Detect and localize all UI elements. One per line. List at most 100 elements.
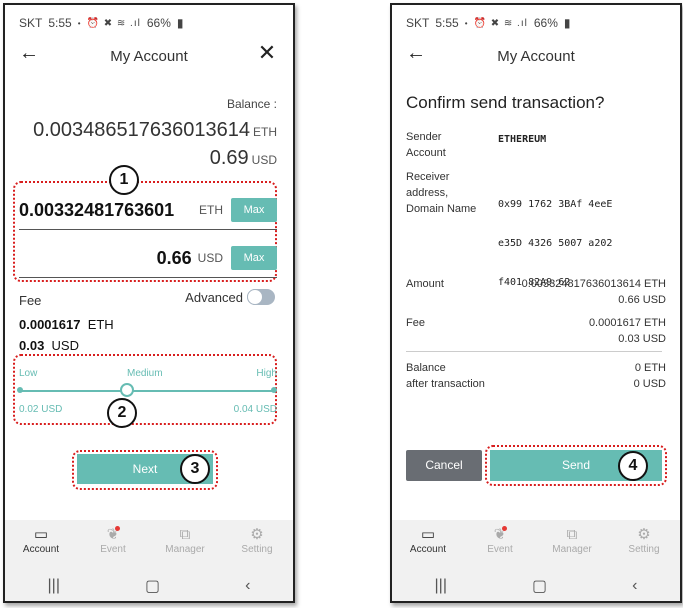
- battery-level: 66%: [146, 16, 171, 30]
- balance-eth-value: 0.003486517636013614: [33, 119, 250, 141]
- nav-label-event: Event: [487, 544, 513, 555]
- slider-high-label: High: [256, 368, 277, 379]
- time: 5:55: [48, 16, 72, 30]
- slider-low-dot: [17, 387, 23, 393]
- balance-usd: 0.69 USD: [210, 147, 277, 170]
- balance-after-label-line-2: after transaction: [406, 378, 485, 390]
- advanced-toggle[interactable]: [247, 289, 275, 305]
- slider-high-dot: [271, 387, 277, 393]
- wallet-icon: ▭: [33, 526, 49, 543]
- manager-icon: ⧉: [179, 526, 191, 543]
- amount-eth-input[interactable]: 0.00332481763601: [19, 200, 174, 221]
- receiver-label-line-2: address,: [406, 187, 449, 199]
- step-marker-3: 3: [180, 454, 210, 484]
- nav-item-event[interactable]: ❦ Event: [77, 520, 149, 566]
- confirm-heading: Confirm send transaction?: [406, 93, 605, 112]
- page-title: My Account: [497, 47, 575, 65]
- nav-item-event[interactable]: ❦ Event: [464, 520, 536, 566]
- balance-after-values: 0 ETH 0 USD: [634, 360, 666, 392]
- step-marker-1: 1: [109, 165, 139, 195]
- receiver-address-line-2: e35D 4326 5007 a202: [498, 238, 613, 249]
- system-back-icon[interactable]: ‹: [632, 577, 637, 595]
- balloon-icon: ❦: [493, 526, 507, 543]
- fee-slider-thumb[interactable]: [120, 383, 134, 397]
- balance-eth: 0.003486517636013614 ETH: [33, 119, 277, 142]
- bottom-nav: ▭ Account ❦ Event ⧉ Manager ⚙ Setting: [392, 520, 680, 566]
- signal-icons: ⏰ ✖ ≋ .ıl: [86, 17, 141, 29]
- fee-eth-value: 0.0001617: [19, 317, 81, 332]
- fee-eth-unit: ETH: [87, 317, 114, 332]
- nav-label-manager: Manager: [165, 544, 205, 555]
- slider-medium-label: Medium: [127, 368, 163, 379]
- fee-eth-value: 0.0001617 ETH: [588, 317, 666, 329]
- recent-apps-icon[interactable]: |||: [48, 577, 60, 595]
- phone-screen-confirm: SKT 5:55 • ⏰ ✖ ≋ .ıl 66% ▮ ← My Account …: [390, 3, 682, 603]
- amount-label: Amount: [406, 278, 444, 290]
- fee-usd: 0.03 USD: [19, 338, 79, 353]
- divider: [406, 351, 662, 352]
- balloon-icon: ❦: [106, 526, 120, 543]
- back-arrow-icon[interactable]: ←: [404, 41, 428, 65]
- system-back-icon[interactable]: ‹: [245, 577, 250, 595]
- fee-label: Fee: [406, 317, 425, 329]
- gear-icon: ⚙: [637, 526, 651, 543]
- carrier: SKT: [19, 16, 43, 30]
- amount-usd-input[interactable]: 0.66: [157, 248, 192, 269]
- close-icon[interactable]: ✕: [255, 41, 279, 65]
- slider-low-label: Low: [19, 368, 38, 379]
- cancel-button[interactable]: Cancel: [406, 450, 482, 481]
- amount-values: 0.003324817636013614 ETH 0.66 USD: [522, 276, 666, 308]
- fee-slider-track[interactable]: [19, 390, 275, 392]
- nav-label-account: Account: [22, 544, 60, 555]
- fee-usd-unit: USD: [51, 338, 79, 353]
- nav-label-setting: Setting: [241, 544, 273, 555]
- amount-usd-value: 0.66 USD: [618, 294, 666, 306]
- home-icon[interactable]: ▢: [532, 576, 547, 596]
- battery-icon: ▮: [176, 16, 184, 30]
- back-arrow-icon[interactable]: ←: [17, 41, 41, 65]
- nav-label-setting: Setting: [628, 544, 660, 555]
- top-bar: ← My Account: [392, 39, 680, 73]
- recent-apps-icon[interactable]: |||: [435, 577, 447, 595]
- amount-eth-row: 0.00332481763601 ETH Max: [19, 198, 277, 222]
- fee-usd-value: 0.03 USD: [618, 333, 666, 345]
- system-nav-bar: ||| ▢ ‹: [5, 566, 293, 601]
- advanced-toggle-row[interactable]: Advanced: [185, 289, 275, 305]
- sender-label: Sender Account: [406, 129, 446, 161]
- receiver-label-line-3: Domain Name: [406, 203, 477, 215]
- step-marker-4: 4: [618, 451, 648, 481]
- status-bar: SKT 5:55 • ⏰ ✖ ≋ .ıl 66% ▮: [5, 5, 293, 33]
- balance-label: Balance :: [226, 97, 277, 111]
- sender-value: ETHEREUM: [498, 134, 547, 145]
- nav-item-manager[interactable]: ⧉ Manager: [536, 520, 608, 566]
- amount-usd-underline: [19, 277, 277, 278]
- balance-usd-value: 0.69: [209, 147, 249, 169]
- manager-icon: ⧉: [566, 526, 578, 543]
- fee-label: Fee: [19, 293, 42, 308]
- nav-item-account[interactable]: ▭ Account: [5, 520, 77, 566]
- status-bar: SKT 5:55 • ⏰ ✖ ≋ .ıl 66% ▮: [392, 5, 680, 33]
- battery-icon: ▮: [563, 16, 571, 30]
- max-usd-button[interactable]: Max: [231, 246, 277, 270]
- step-marker-2: 2: [107, 398, 137, 428]
- receiver-label-line-1: Receiver: [406, 171, 450, 183]
- balance-after-label-line-1: Balance: [406, 362, 446, 374]
- sender-label-line-1: Sender: [406, 131, 442, 143]
- nav-label-manager: Manager: [552, 544, 592, 555]
- nav-item-setting[interactable]: ⚙ Setting: [608, 520, 680, 566]
- wallet-icon: ▭: [420, 526, 436, 543]
- amount-usd-row: 0.66 USD Max: [19, 246, 277, 270]
- amount-eth-unit: ETH: [199, 203, 223, 217]
- max-eth-button[interactable]: Max: [231, 198, 277, 222]
- battery-level: 66%: [533, 16, 558, 30]
- home-icon[interactable]: ▢: [145, 576, 160, 596]
- balance-usd-unit: USD: [251, 153, 277, 167]
- nav-item-setting[interactable]: ⚙ Setting: [221, 520, 293, 566]
- slider-max-usd: 0.04 USD: [233, 404, 277, 415]
- notification-badge: [115, 526, 120, 531]
- sender-label-line-2: Account: [406, 147, 446, 159]
- system-nav-bar: ||| ▢ ‹: [392, 566, 680, 601]
- nav-item-account[interactable]: ▭ Account: [392, 520, 464, 566]
- nav-item-manager[interactable]: ⧉ Manager: [149, 520, 221, 566]
- nav-label-event: Event: [100, 544, 126, 555]
